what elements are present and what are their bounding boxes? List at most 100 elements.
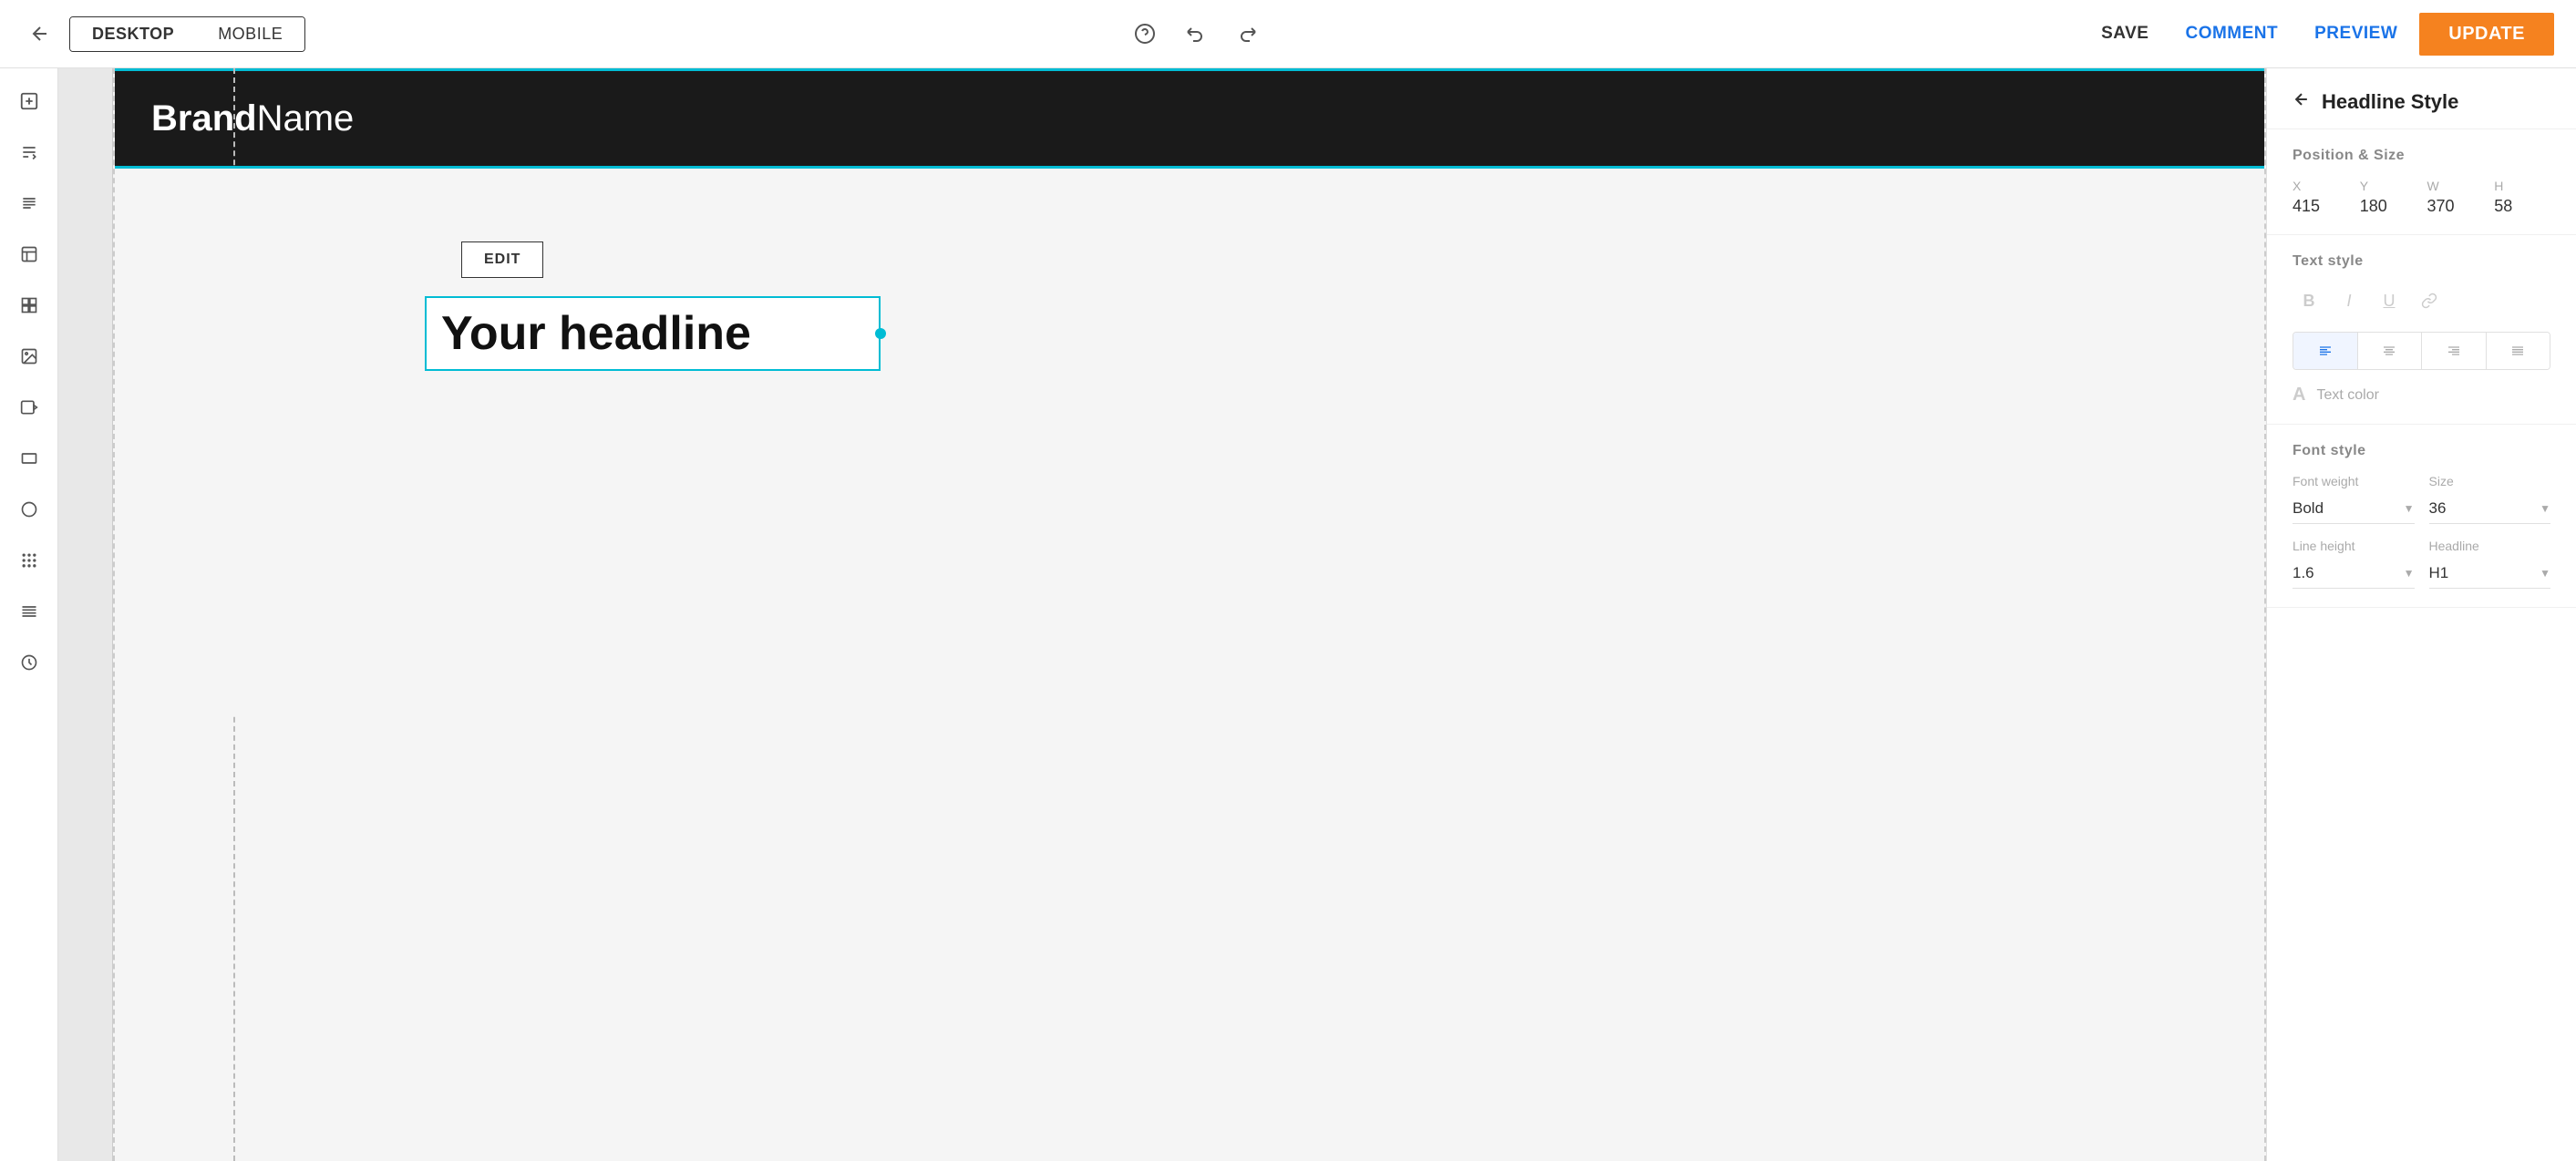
desktop-button[interactable]: DESKTOP (70, 17, 196, 51)
font-size-field: Size 36 ▼ (2429, 474, 2551, 524)
save-button[interactable]: SAVE (2087, 16, 2163, 51)
pos-x-value[interactable]: 415 (2293, 197, 2349, 216)
headline-wrapper[interactable]: Your headline (425, 296, 881, 371)
sidebar-image-icon[interactable] (7, 334, 51, 378)
pos-w-field: W 370 (2427, 179, 2484, 216)
headline-type-label: Headline (2429, 539, 2551, 553)
text-style-section: Text style B I U (2267, 235, 2576, 425)
underline-icon[interactable]: U (2373, 284, 2406, 317)
sidebar-circle-icon[interactable] (7, 488, 51, 531)
font-weight-value: Bold (2293, 499, 2324, 518)
right-panel: Headline Style Position & Size X 415 Y 1… (2266, 68, 2576, 1161)
align-left-button[interactable] (2293, 333, 2358, 369)
line-height-value: 1.6 (2293, 564, 2314, 582)
sidebar-history-icon[interactable] (7, 641, 51, 684)
align-justify-button[interactable] (2487, 333, 2550, 369)
link-icon[interactable] (2413, 284, 2446, 317)
font-weight-label: Font weight (2293, 474, 2415, 488)
headline-box[interactable]: Your headline (425, 296, 881, 371)
font-weight-arrow: ▼ (2404, 502, 2415, 515)
topbar-left: DESKTOP MOBILE (22, 15, 305, 52)
position-size-grid: X 415 Y 180 W 370 H 58 (2293, 179, 2550, 216)
brand-name: BrandName (151, 98, 354, 139)
position-size-label: Position & Size (2293, 148, 2550, 164)
font-weight-select[interactable]: Bold ▼ (2293, 494, 2415, 524)
topbar-center (320, 12, 2072, 56)
main-area: BrandName EDIT Your headline (0, 68, 2576, 1161)
font-weight-field: Font weight Bold ▼ (2293, 474, 2415, 524)
headline-type-value: H1 (2429, 564, 2449, 582)
edit-button[interactable]: EDIT (461, 241, 543, 278)
topbar-actions (1123, 12, 1269, 56)
undo-button[interactable] (1174, 12, 1218, 56)
line-height-field: Line height 1.6 ▼ (2293, 539, 2415, 589)
help-button[interactable] (1123, 12, 1167, 56)
headline-type-select[interactable]: H1 ▼ (2429, 559, 2551, 589)
text-color-icon: A (2293, 385, 2305, 406)
pos-y-field: Y 180 (2360, 179, 2416, 216)
pos-h-label: H (2494, 179, 2550, 193)
preview-button[interactable]: PREVIEW (2300, 16, 2412, 51)
pos-w-label: W (2427, 179, 2484, 193)
sidebar-text-icon[interactable] (7, 130, 51, 174)
text-color-label: Text color (2316, 387, 2378, 404)
pos-x-field: X 415 (2293, 179, 2349, 216)
sidebar-layout-icon[interactable] (7, 232, 51, 276)
sidebar-video-icon[interactable] (7, 385, 51, 429)
pos-h-field: H 58 (2494, 179, 2550, 216)
sidebar-paragraph-icon[interactable] (7, 181, 51, 225)
headline-type-arrow: ▼ (2540, 567, 2550, 580)
site-body[interactable]: EDIT Your headline (115, 169, 2264, 715)
panel-title: Headline Style (2322, 90, 2458, 114)
sidebar-lines-icon[interactable] (7, 590, 51, 633)
align-right-button[interactable] (2422, 333, 2487, 369)
font-weight-size-row: Font weight Bold ▼ Size 36 ▼ (2293, 474, 2550, 524)
pos-h-value[interactable]: 58 (2494, 197, 2550, 216)
line-height-label: Line height (2293, 539, 2415, 553)
site-header: BrandName (115, 68, 2264, 169)
align-row (2293, 332, 2550, 370)
brand-bold-text: Brand (151, 98, 257, 139)
redo-button[interactable] (1225, 12, 1269, 56)
mobile-button[interactable]: MOBILE (196, 17, 304, 51)
text-style-label: Text style (2293, 253, 2550, 270)
line-height-headline-row: Line height 1.6 ▼ Headline H1 ▼ (2293, 539, 2550, 589)
font-size-label: Size (2429, 474, 2551, 488)
italic-icon[interactable]: I (2333, 284, 2365, 317)
back-button[interactable] (22, 15, 58, 52)
pos-y-value[interactable]: 180 (2360, 197, 2416, 216)
pos-x-label: X (2293, 179, 2349, 193)
font-size-select[interactable]: 36 ▼ (2429, 494, 2551, 524)
sidebar-grid-icon[interactable] (7, 539, 51, 582)
canvas-left-strip (58, 68, 113, 1161)
text-format-icons: B I U (2293, 284, 2550, 317)
sidebar-widget-icon[interactable] (7, 283, 51, 327)
text-color-row[interactable]: A Text color (2293, 385, 2550, 406)
canvas-area: BrandName EDIT Your headline (58, 68, 2266, 1161)
font-size-arrow: ▼ (2540, 502, 2550, 515)
bold-icon[interactable]: B (2293, 284, 2325, 317)
sidebar-add-icon[interactable] (7, 79, 51, 123)
headline-text[interactable]: Your headline (441, 307, 751, 360)
font-style-label: Font style (2293, 443, 2550, 459)
panel-back-icon[interactable] (2293, 90, 2311, 114)
pos-y-label: Y (2360, 179, 2416, 193)
update-button[interactable]: UPDATE (2419, 13, 2554, 56)
website-frame: BrandName EDIT Your headline (113, 68, 2266, 1161)
headline-resize-handle[interactable] (875, 328, 886, 339)
headline-type-field: Headline H1 ▼ (2429, 539, 2551, 589)
sidebar-rect-icon[interactable] (7, 437, 51, 480)
topbar-right: SAVE COMMENT PREVIEW UPDATE (2087, 13, 2554, 56)
line-height-select[interactable]: 1.6 ▼ (2293, 559, 2415, 589)
pos-w-value[interactable]: 370 (2427, 197, 2484, 216)
position-size-section: Position & Size X 415 Y 180 W 370 H 58 (2267, 129, 2576, 235)
comment-button[interactable]: COMMENT (2170, 16, 2293, 51)
device-toggle: DESKTOP MOBILE (69, 16, 305, 52)
brand-normal-text: Name (257, 98, 355, 139)
left-sidebar (0, 68, 58, 1161)
line-height-arrow: ▼ (2404, 567, 2415, 580)
topbar: DESKTOP MOBILE SAVE (0, 0, 2576, 68)
align-center-button[interactable] (2358, 333, 2423, 369)
font-style-section: Font style Font weight Bold ▼ Size 36 ▼ (2267, 425, 2576, 608)
edit-button-wrapper: EDIT (461, 241, 543, 278)
